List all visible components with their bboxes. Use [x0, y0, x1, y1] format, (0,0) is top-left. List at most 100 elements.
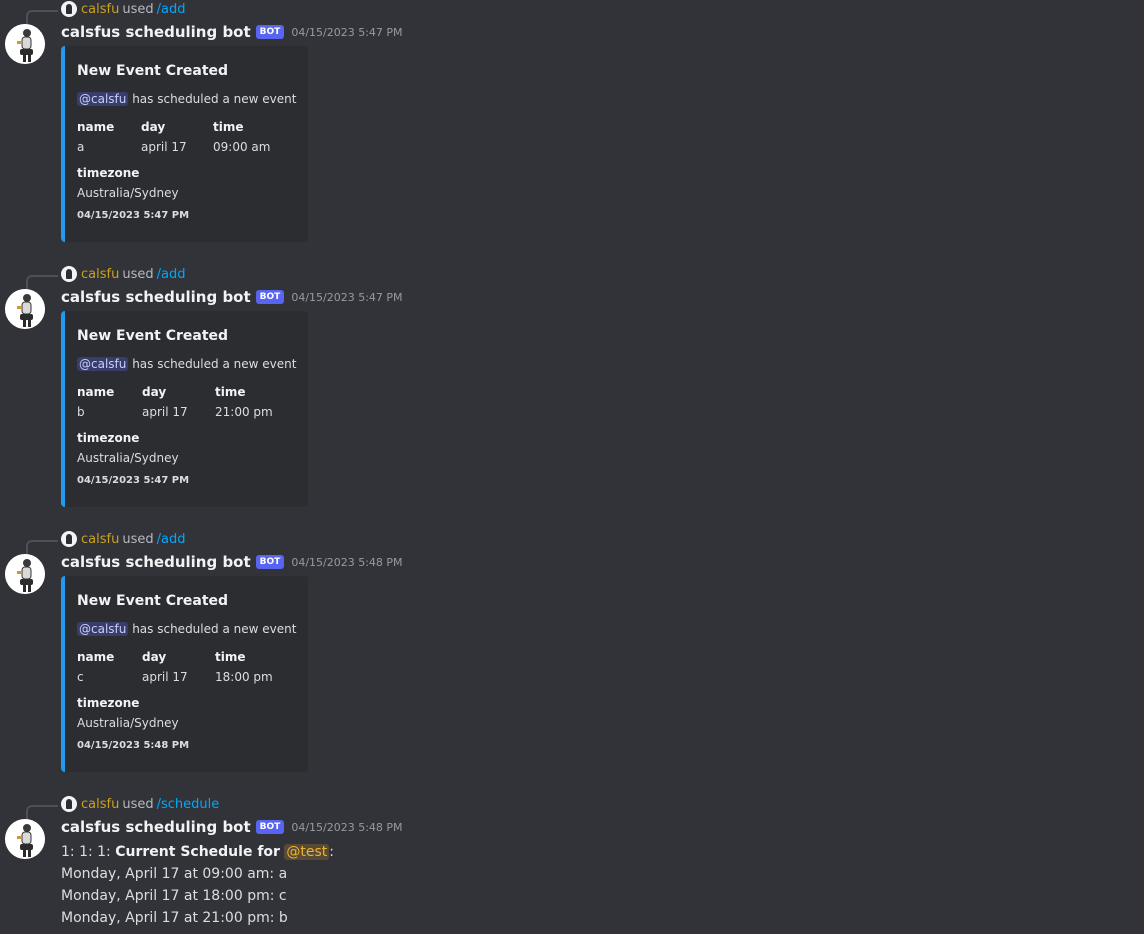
reply-connector	[26, 275, 58, 291]
bot-username[interactable]: calsfus scheduling bot	[61, 288, 251, 306]
schedule-suffix: :	[329, 844, 334, 860]
field-value: c	[77, 670, 84, 684]
reply-used-text: used	[122, 266, 154, 282]
bot-avatar[interactable]	[5, 289, 45, 329]
field-value: april 17	[141, 140, 187, 154]
embed-footer-timestamp: 04/15/2023 5:47 PM	[77, 210, 190, 221]
embed-description-text: has scheduled a new event	[132, 357, 297, 371]
field-label: name	[77, 650, 115, 664]
user-mini-avatar[interactable]	[61, 531, 77, 547]
event-embed: New Event Created @calsfu has scheduled …	[61, 311, 308, 507]
field-label: day	[141, 120, 166, 134]
message-timestamp[interactable]: 04/15/2023 5:48 PM	[291, 556, 402, 569]
bot-avatar-image	[5, 289, 45, 329]
reply-connector	[26, 540, 58, 556]
field-time: time 18:00 pm	[215, 650, 273, 684]
bot-avatar-image	[5, 24, 45, 64]
schedule-line: Monday, April 17 at 18:00 pm: c	[61, 888, 287, 904]
field-value: a	[77, 140, 85, 154]
bot-username[interactable]: calsfus scheduling bot	[61, 23, 251, 41]
reply-username[interactable]: calsfu	[81, 267, 119, 282]
field-label: name	[77, 385, 115, 399]
command-link[interactable]: /schedule	[157, 797, 220, 812]
bot-avatar-image	[5, 554, 45, 594]
field-day: day april 17	[141, 120, 187, 154]
user-mention[interactable]: @calsfu	[77, 92, 129, 106]
message-timestamp[interactable]: 04/15/2023 5:47 PM	[291, 26, 402, 39]
field-label: day	[142, 650, 167, 664]
reply-context[interactable]: calsfu used /add	[61, 530, 185, 548]
reply-context[interactable]: calsfu used /add	[61, 0, 185, 18]
reply-connector	[26, 10, 58, 26]
command-link[interactable]: /add	[157, 2, 186, 17]
user-mention[interactable]: @calsfu	[77, 622, 129, 636]
reply-username[interactable]: calsfu	[81, 2, 119, 17]
schedule-heading: Current Schedule for	[115, 844, 280, 860]
embed-title: New Event Created	[77, 593, 229, 609]
message-header: calsfus scheduling bot BOT 04/15/2023 5:…	[61, 817, 403, 837]
command-link[interactable]: /add	[157, 267, 186, 282]
message-header: calsfus scheduling bot BOT 04/15/2023 5:…	[61, 287, 403, 307]
field-value: 18:00 pm	[215, 670, 273, 684]
message-timestamp[interactable]: 04/15/2023 5:48 PM	[291, 821, 402, 834]
bot-tag: BOT	[255, 290, 285, 304]
embed-description-text: has scheduled a new event	[132, 622, 297, 636]
reply-used-text: used	[122, 1, 154, 17]
field-day: day april 17	[142, 650, 188, 684]
field-label: timezone	[77, 166, 140, 180]
embed-footer-timestamp: 04/15/2023 5:47 PM	[77, 475, 190, 486]
field-value: 09:00 am	[213, 140, 271, 154]
reply-username[interactable]: calsfu	[81, 532, 119, 547]
bot-avatar[interactable]	[5, 819, 45, 859]
embed-description-text: has scheduled a new event	[132, 92, 297, 106]
field-label: timezone	[77, 696, 140, 710]
bot-username[interactable]: calsfus scheduling bot	[61, 553, 251, 571]
schedule-prefix: 1: 1: 1:	[61, 844, 111, 860]
schedule-line: Monday, April 17 at 09:00 am: a	[61, 866, 288, 882]
field-label: time	[215, 385, 246, 399]
field-name: name c	[77, 650, 114, 684]
test-mention[interactable]: @test	[284, 844, 330, 860]
field-timezone: timezone Australia/Sydney	[77, 431, 179, 465]
field-label: time	[213, 120, 244, 134]
reply-username[interactable]: calsfu	[81, 797, 119, 812]
event-embed: New Event Created @calsfu has scheduled …	[61, 576, 308, 772]
field-label: name	[77, 120, 115, 134]
bot-tag: BOT	[255, 555, 285, 569]
field-value: Australia/Sydney	[77, 451, 179, 465]
embed-footer-timestamp: 04/15/2023 5:48 PM	[77, 740, 190, 751]
field-value: Australia/Sydney	[77, 716, 179, 730]
schedule-heading-line: 1: 1: 1: Current Schedule for @test:	[61, 841, 334, 863]
bot-avatar[interactable]	[5, 24, 45, 64]
field-value: Australia/Sydney	[77, 186, 179, 200]
embed-description: @calsfu has scheduled a new event	[77, 357, 296, 371]
message-header: calsfus scheduling bot BOT 04/15/2023 5:…	[61, 552, 403, 572]
user-mini-avatar[interactable]	[61, 796, 77, 812]
schedule-line: Monday, April 17 at 21:00 pm: b	[61, 910, 288, 926]
message-content: 1: 1: 1: Current Schedule for @test: Mon…	[61, 841, 334, 929]
reply-context[interactable]: calsfu used /add	[61, 265, 185, 283]
field-time: time 09:00 am	[213, 120, 270, 154]
reply-used-text: used	[122, 796, 154, 812]
reply-context[interactable]: calsfu used /schedule	[61, 795, 219, 813]
event-embed: New Event Created @calsfu has scheduled …	[61, 46, 308, 242]
user-mini-avatar[interactable]	[61, 1, 77, 17]
field-timezone: timezone Australia/Sydney	[77, 166, 179, 200]
message-timestamp[interactable]: 04/15/2023 5:47 PM	[291, 291, 402, 304]
embed-title: New Event Created	[77, 63, 229, 79]
command-link[interactable]: /add	[157, 532, 186, 547]
embed-title: New Event Created	[77, 328, 229, 344]
field-time: time 21:00 pm	[215, 385, 273, 419]
field-value: b	[77, 405, 85, 419]
bot-avatar[interactable]	[5, 554, 45, 594]
user-mention[interactable]: @calsfu	[77, 357, 129, 371]
field-name: name a	[77, 120, 114, 154]
bot-tag: BOT	[255, 25, 285, 39]
bot-username[interactable]: calsfus scheduling bot	[61, 818, 251, 836]
field-value: 21:00 pm	[215, 405, 273, 419]
field-label: day	[142, 385, 167, 399]
field-name: name b	[77, 385, 114, 419]
field-timezone: timezone Australia/Sydney	[77, 696, 179, 730]
field-label: time	[215, 650, 246, 664]
user-mini-avatar[interactable]	[61, 266, 77, 282]
